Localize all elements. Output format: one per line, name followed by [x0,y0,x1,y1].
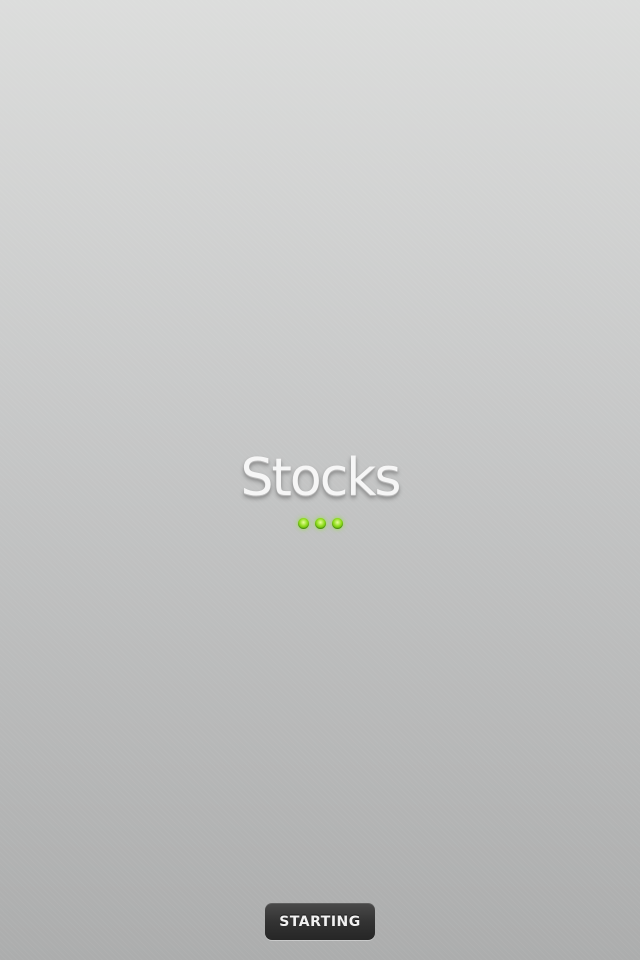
status-label: STARTING [279,913,361,930]
loading-dot-1 [297,518,309,529]
splash-screen: Stocks STARTING [0,0,640,960]
status-badge: STARTING [265,903,375,940]
loading-dot-2 [314,518,326,529]
loading-indicator [0,518,640,532]
app-title: Stocks [240,448,401,508]
loading-dot-3 [331,518,343,529]
splash-title-area: Stocks [0,446,640,510]
